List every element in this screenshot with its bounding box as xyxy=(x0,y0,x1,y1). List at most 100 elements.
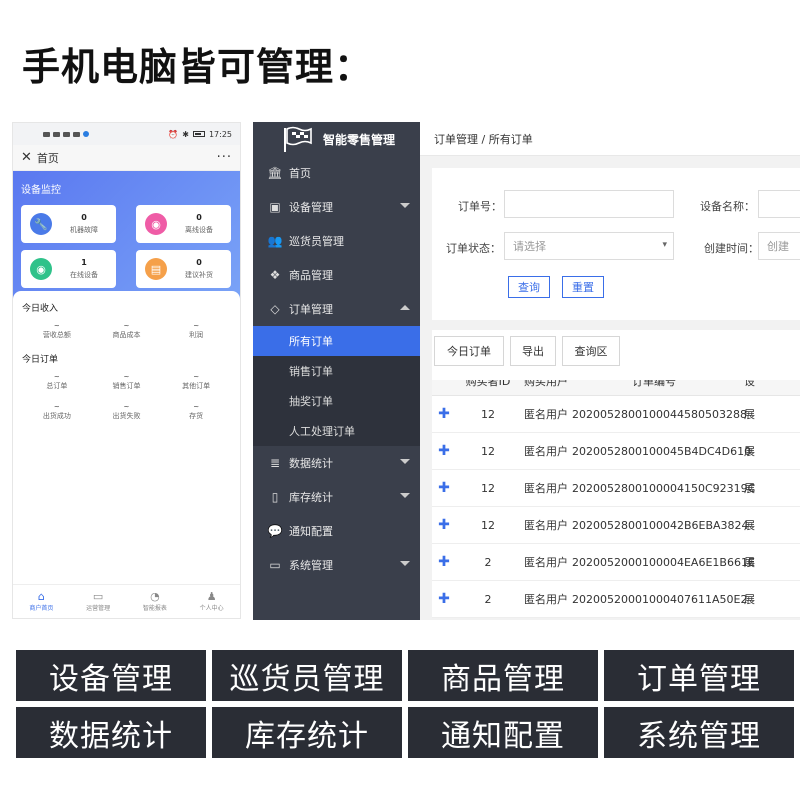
feature-tile: 系统管理 xyxy=(604,707,794,758)
table-cell: 12 xyxy=(481,518,495,532)
device-name-input[interactable] xyxy=(758,190,800,218)
income-metric: ~ 商品成本 xyxy=(92,322,162,340)
created-time-placeholder: 创建 xyxy=(767,240,789,253)
phone-tab-bar: ⌂ 商户首页 ▭ 运营管理 ◔ 智能报表 ♟ 个人中心 xyxy=(13,584,240,618)
table-cell: 2020052800100045B4DC4D610 xyxy=(572,444,752,458)
menu-item-chat[interactable]: 💬 通知配置 xyxy=(253,514,420,548)
stat-text: 0 离线设备 xyxy=(167,212,231,236)
menu-item-bank[interactable]: 🏛 首页 xyxy=(253,156,420,190)
metric-value: ~ xyxy=(123,373,130,381)
stat-label: 建议补货 xyxy=(185,271,213,279)
export-button[interactable]: 导出 xyxy=(510,336,556,366)
expand-icon[interactable]: ✚ xyxy=(432,591,456,607)
menu-item-diamond[interactable]: ◇ 订单管理 xyxy=(253,292,420,326)
headline: 手机电脑皆可管理： xyxy=(22,45,374,89)
query-button[interactable]: 查询 xyxy=(508,276,550,298)
order-metric: ~ 出货成功 xyxy=(22,403,92,421)
menu-label: 商品管理 xyxy=(289,269,333,282)
stat-card[interactable]: ◉ 1 在线设备 xyxy=(21,250,116,288)
table-cell: 匿名用户 xyxy=(524,408,568,421)
cubes-icon: ❖ xyxy=(269,268,281,282)
brand: 智能零售管理 xyxy=(253,122,420,156)
stat-card[interactable]: ◉ 0 离线设备 xyxy=(136,205,231,243)
menu-item-users[interactable]: 👥 巡货员管理 xyxy=(253,224,420,258)
tab-chart[interactable]: ▭ 运营管理 xyxy=(70,585,127,618)
admin-main: 订单管理 / 所有订单 订单号： 设备名称： 订单状态： 请选择 创建时间： 创… xyxy=(420,122,800,620)
brand-name: 智能零售管理 xyxy=(323,132,396,147)
box-icon: ▣ xyxy=(269,200,281,214)
feature-grid: 设备管理 巡货员管理 商品管理 订单管理 数据统计 库存统计 通知配置 系统管理 xyxy=(16,650,800,758)
expand-icon[interactable]: ✚ xyxy=(432,443,456,459)
query-area-button[interactable]: 查询区 xyxy=(562,336,620,366)
submenu-item[interactable]: 销售订单 xyxy=(253,356,420,386)
order-no-input[interactable] xyxy=(504,190,674,218)
stat-label: 在线设备 xyxy=(70,271,98,279)
today-orders-button[interactable]: 今日订单 xyxy=(434,336,504,366)
table-cell: 12 xyxy=(481,444,495,458)
table-cell: 展 xyxy=(744,519,755,532)
menu-item-database[interactable]: ≣ 数据统计 xyxy=(253,446,420,480)
orders-table: 购买者ID 购买用户 订单编号设 ✚ 12 匿名用户 202005280010004458… xyxy=(432,366,800,618)
menu-label: 系统管理 xyxy=(289,559,333,572)
expand-icon[interactable]: ✚ xyxy=(432,406,456,422)
expand-icon[interactable]: ✚ xyxy=(432,517,456,533)
menu-item-box[interactable]: ▣ 设备管理 xyxy=(253,190,420,224)
device-monitor-title: 设备监控 xyxy=(21,185,61,196)
submenu-item[interactable]: 人工处理订单 xyxy=(253,416,420,446)
menu-label: 巡货员管理 xyxy=(289,235,344,248)
tab-pie[interactable]: ◔ 智能报表 xyxy=(127,585,184,618)
reset-button[interactable]: 重置 xyxy=(562,276,604,298)
menu-label: 数据统计 xyxy=(289,457,333,470)
bank-icon: 🏛 xyxy=(267,166,283,180)
tab-user[interactable]: ♟ 个人中心 xyxy=(183,585,240,618)
order-metric: ~ 销售订单 xyxy=(92,373,162,391)
created-time-input[interactable]: 创建 xyxy=(758,232,800,260)
status-icons xyxy=(43,131,89,137)
metric-label: 出货成功 xyxy=(42,412,71,420)
table-cell: 2020052800100004150C92319C xyxy=(572,481,756,495)
close-icon[interactable]: ✕ xyxy=(21,150,32,165)
stat-card[interactable]: ▤ 0 建议补货 xyxy=(136,250,231,288)
page: 手机电脑皆可管理： ⏰ ✱ 17:25 ✕ 首页 ··· 设备监控 🔧 0 机器… xyxy=(0,0,800,800)
status-bar: ⏰ ✱ 17:25 xyxy=(13,123,240,145)
chart-icon: ▭ xyxy=(92,590,104,603)
search-panel: 订单号： 设备名称： 订单状态： 请选择 创建时间： 创建 查询 重置 xyxy=(432,168,800,320)
table-cell: 2020052800100044580503288 xyxy=(572,407,747,421)
menu-label: 首页 xyxy=(289,167,311,180)
table-cell: 匿名用户 xyxy=(524,593,568,606)
table-body: ✚ 12 匿名用户 2020052800100044580503288 展 ✚ 12 匿名用户… xyxy=(432,396,800,618)
expand-icon[interactable]: ✚ xyxy=(432,480,456,496)
stat-card[interactable]: 🔧 0 机器故障 xyxy=(21,205,116,243)
tab-label: 商户首页 xyxy=(29,605,54,612)
menu-label: 设备管理 xyxy=(289,201,333,214)
submenu-item[interactable]: 抽奖订单 xyxy=(253,386,420,416)
order-status-select[interactable]: 请选择 xyxy=(504,232,674,260)
metric-label: 营收总额 xyxy=(42,331,71,339)
menu-item-file[interactable]: ▯ 库存统计 xyxy=(253,480,420,514)
metric-label: 出货失败 xyxy=(112,412,141,420)
order-metric-row: ~ 总订单 ~ 销售订单 ~ 其他订单 xyxy=(22,373,231,391)
user-icon: ♟ xyxy=(206,590,217,603)
chat-icon: 💬 xyxy=(267,524,283,538)
expand-icon[interactable]: ✚ xyxy=(432,554,456,570)
feature-tile: 巡货员管理 xyxy=(212,650,402,701)
chevron-down-icon xyxy=(400,203,410,208)
metric-value: ~ xyxy=(193,373,200,381)
more-icon[interactable]: ··· xyxy=(217,150,232,165)
metric-value: ~ xyxy=(193,322,200,330)
menu-item-monitor[interactable]: ▭ 系统管理 xyxy=(253,548,420,582)
table-cell: 2020052000100004EA6E1B661E xyxy=(572,555,755,569)
diamond-icon: ◇ xyxy=(270,302,280,316)
menu-item-cubes[interactable]: ❖ 商品管理 xyxy=(253,258,420,292)
tab-home[interactable]: ⌂ 商户首页 xyxy=(13,585,70,618)
submenu-item[interactable]: 所有订单 xyxy=(253,326,420,356)
signal-icon xyxy=(53,131,60,137)
stat-value: 0 xyxy=(81,213,87,222)
tab-label: 智能报表 xyxy=(142,605,167,612)
metric-label: 存货 xyxy=(189,412,204,420)
menu-label: 通知配置 xyxy=(289,525,333,538)
table-row: ✚ 12 匿名用户 2020052800100042B6EBA3824 展 xyxy=(432,507,800,544)
today-income-title: 今日收入 xyxy=(22,304,59,314)
clipboard-icon: ▤ xyxy=(145,258,167,280)
menu-top: 🏛 首页 ▣ 设备管理 👥 巡货员管理 ❖ 商品管理 ◇ 订单管理 xyxy=(253,156,420,326)
